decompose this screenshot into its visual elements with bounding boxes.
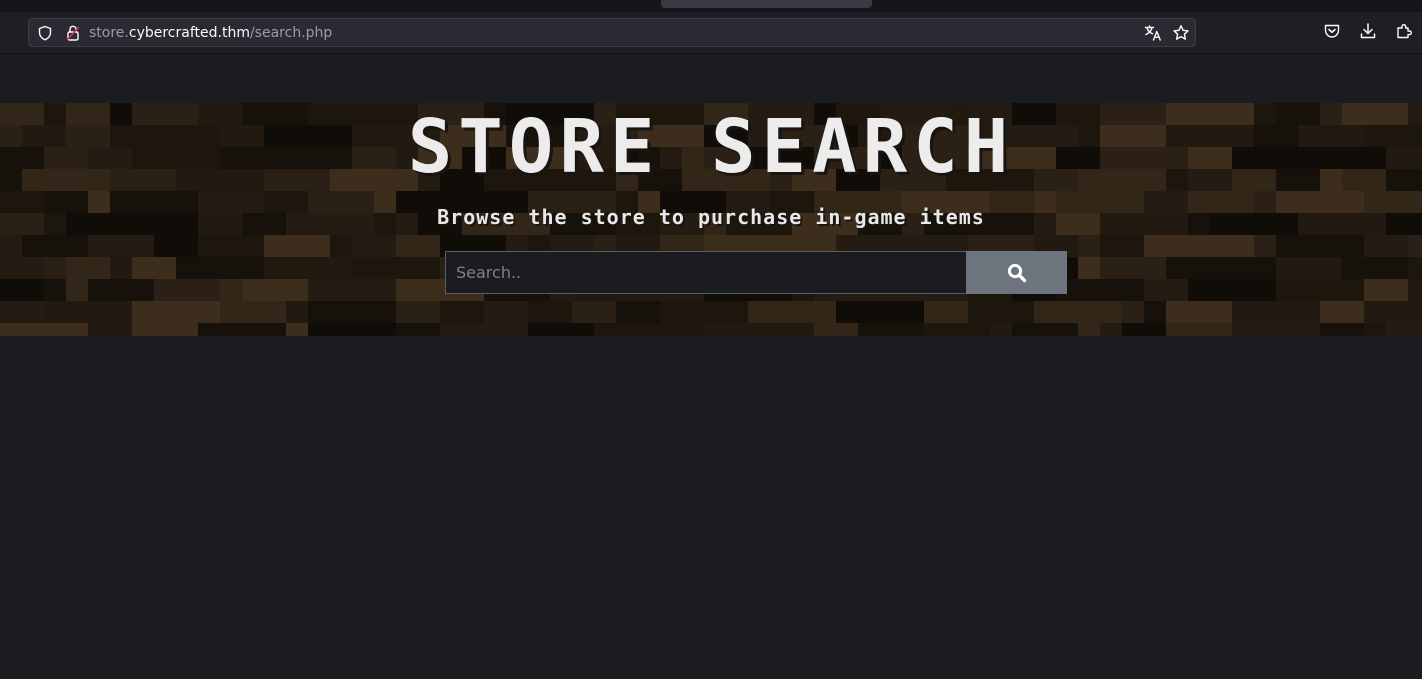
url-host: cybercrafted.thm [128, 25, 250, 41]
extensions-icon[interactable] [1395, 22, 1413, 40]
translate-icon[interactable] [1144, 24, 1162, 42]
search-icon [1007, 263, 1026, 282]
page-subtitle: Browse the store to purchase in-game ite… [437, 205, 985, 229]
search-form [445, 251, 1067, 294]
url-text[interactable]: store.cybercrafted.thm/search.php [89, 24, 332, 42]
search-button[interactable] [966, 251, 1067, 294]
lock-insecure-icon[interactable] [65, 24, 81, 42]
url-prefix: store. [89, 25, 129, 41]
url-path: /search.php [249, 25, 333, 41]
hero-banner: STORE SEARCH Browse the store to purchas… [0, 103, 1422, 336]
star-icon[interactable] [1172, 24, 1190, 42]
search-input[interactable] [445, 251, 967, 294]
page-content: STORE SEARCH Browse the store to purchas… [0, 54, 1422, 679]
page-title: STORE SEARCH [407, 104, 1015, 190]
active-tab[interactable] [661, 0, 872, 8]
address-bar[interactable]: store.cybercrafted.thm/search.php [28, 18, 1196, 47]
tab-strip [0, 0, 1422, 12]
pocket-icon[interactable] [1323, 22, 1341, 40]
download-icon[interactable] [1359, 22, 1377, 40]
browser-toolbar: store.cybercrafted.thm/search.php [0, 0, 1422, 54]
shield-icon[interactable] [37, 25, 53, 41]
